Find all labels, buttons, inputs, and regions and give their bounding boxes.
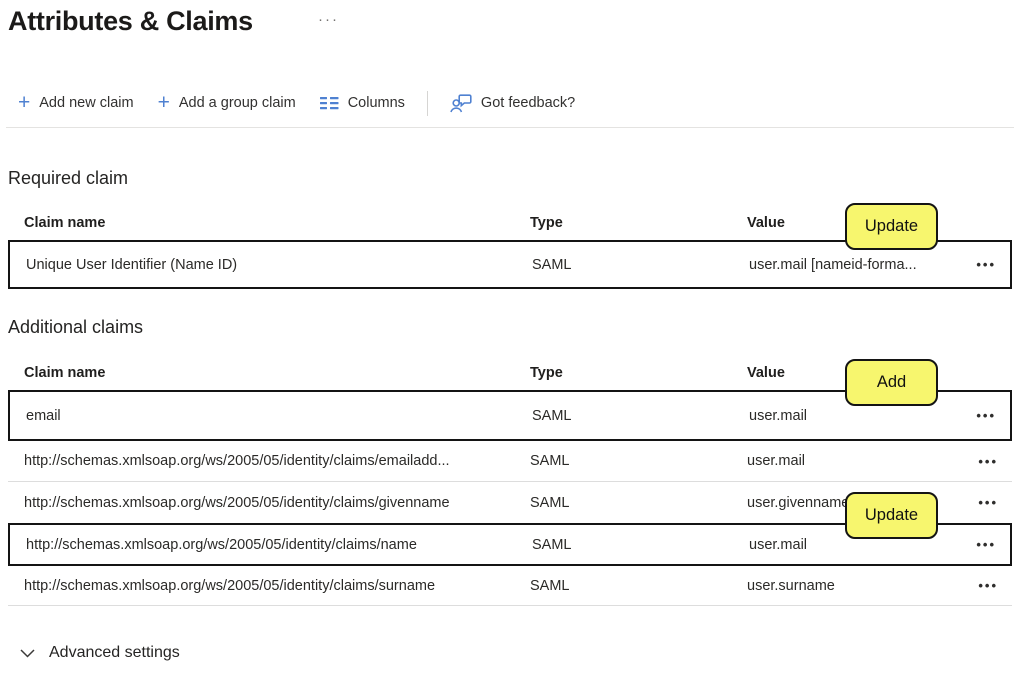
claim-value-cell: user.mail: [749, 408, 946, 424]
column-header-type: Type: [530, 365, 747, 381]
columns-label: Columns: [348, 95, 405, 111]
claim-type-cell: SAML: [532, 537, 749, 553]
claim-type-cell: SAML: [530, 495, 747, 511]
plus-icon: +: [18, 92, 30, 113]
row-context-menu-icon[interactable]: •••: [978, 455, 1012, 468]
feedback-icon: [450, 94, 472, 113]
table-row-surname[interactable]: http://schemas.xmlsoap.org/ws/2005/05/id…: [8, 566, 1012, 606]
column-header-type: Type: [530, 215, 747, 231]
row-context-menu-icon[interactable]: •••: [978, 579, 1012, 592]
claim-type-cell: SAML: [530, 578, 747, 594]
attributes-claims-page: Attributes & Claims ··· + Add new claim …: [0, 0, 1024, 673]
claim-value-cell: user.mail [nameid-forma...: [749, 257, 946, 273]
row-context-menu-icon[interactable]: •••: [976, 409, 1010, 422]
claim-name-cell: http://schemas.xmlsoap.org/ws/2005/05/id…: [8, 495, 530, 511]
add-new-claim-label: Add new claim: [39, 95, 133, 111]
claim-type-cell: SAML: [532, 408, 749, 424]
row-context-menu-icon[interactable]: •••: [978, 496, 1012, 509]
command-bar: + Add new claim + Add a group claim: [8, 86, 1016, 120]
advanced-settings-toggle[interactable]: Advanced settings: [20, 644, 180, 662]
annotation-callout-update-required: Update: [845, 203, 938, 250]
got-feedback-label: Got feedback?: [481, 95, 575, 111]
claim-name-cell: http://schemas.xmlsoap.org/ws/2005/05/id…: [8, 453, 530, 469]
claim-name-cell: http://schemas.xmlsoap.org/ws/2005/05/id…: [8, 578, 530, 594]
got-feedback-button[interactable]: Got feedback?: [438, 88, 587, 118]
claim-type-cell: SAML: [532, 257, 749, 273]
columns-button[interactable]: Columns: [308, 88, 417, 118]
add-group-claim-label: Add a group claim: [179, 95, 296, 111]
additional-claims-heading: Additional claims: [8, 317, 143, 338]
column-header-claim-name: Claim name: [8, 215, 530, 231]
add-group-claim-button[interactable]: + Add a group claim: [146, 88, 308, 118]
claim-value-cell: user.surname: [747, 578, 944, 594]
plus-icon: +: [158, 92, 170, 113]
row-context-menu-icon[interactable]: •••: [976, 538, 1010, 551]
table-row-emailaddress[interactable]: http://schemas.xmlsoap.org/ws/2005/05/id…: [8, 441, 1012, 482]
claim-type-cell: SAML: [530, 453, 747, 469]
page-title: Attributes & Claims: [8, 6, 253, 37]
page-overflow-menu-icon[interactable]: ···: [318, 12, 339, 27]
annotation-callout-add-email: Add: [845, 359, 938, 406]
annotation-callout-update-name: Update: [845, 492, 938, 539]
row-context-menu-icon[interactable]: •••: [976, 258, 1010, 271]
columns-icon: [320, 96, 339, 110]
chevron-down-icon: [20, 649, 35, 658]
advanced-settings-label: Advanced settings: [49, 644, 180, 662]
claim-name-cell: http://schemas.xmlsoap.org/ws/2005/05/id…: [10, 537, 532, 553]
required-claim-heading: Required claim: [8, 168, 128, 189]
add-new-claim-button[interactable]: + Add new claim: [8, 88, 146, 118]
claim-name-cell: email: [10, 408, 532, 424]
column-header-claim-name: Claim name: [8, 365, 530, 381]
toolbar-divider: [427, 91, 428, 116]
claim-name-cell: Unique User Identifier (Name ID): [10, 257, 532, 273]
claim-value-cell: user.mail: [747, 453, 944, 469]
